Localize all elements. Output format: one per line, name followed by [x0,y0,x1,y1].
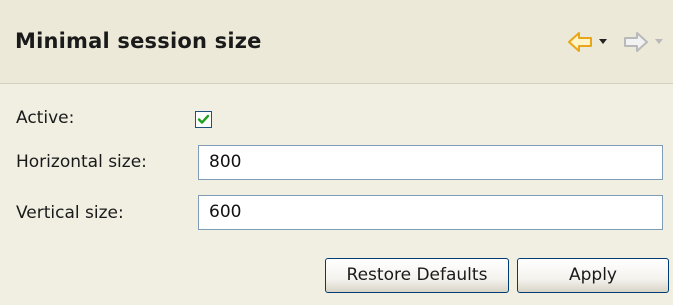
back-arrow-icon[interactable] [566,30,594,54]
checkmark-icon [197,114,210,124]
forward-arrow-icon [622,30,650,54]
vertical-size-label: Vertical size: [16,203,124,223]
horizontal-size-label: Horizontal size: [16,152,147,172]
apply-button[interactable]: Apply [517,258,669,293]
vertical-size-input[interactable]: 600 [198,195,663,230]
forward-history-dropdown-icon [654,38,664,62]
restore-defaults-button[interactable]: Restore Defaults [325,258,509,293]
active-label: Active: [16,108,75,128]
page-title: Minimal session size [15,29,262,53]
active-checkbox[interactable] [195,111,212,128]
horizontal-size-input[interactable]: 800 [198,145,663,180]
back-history-dropdown-icon[interactable] [598,38,608,62]
page-header: Minimal session size [0,0,673,84]
